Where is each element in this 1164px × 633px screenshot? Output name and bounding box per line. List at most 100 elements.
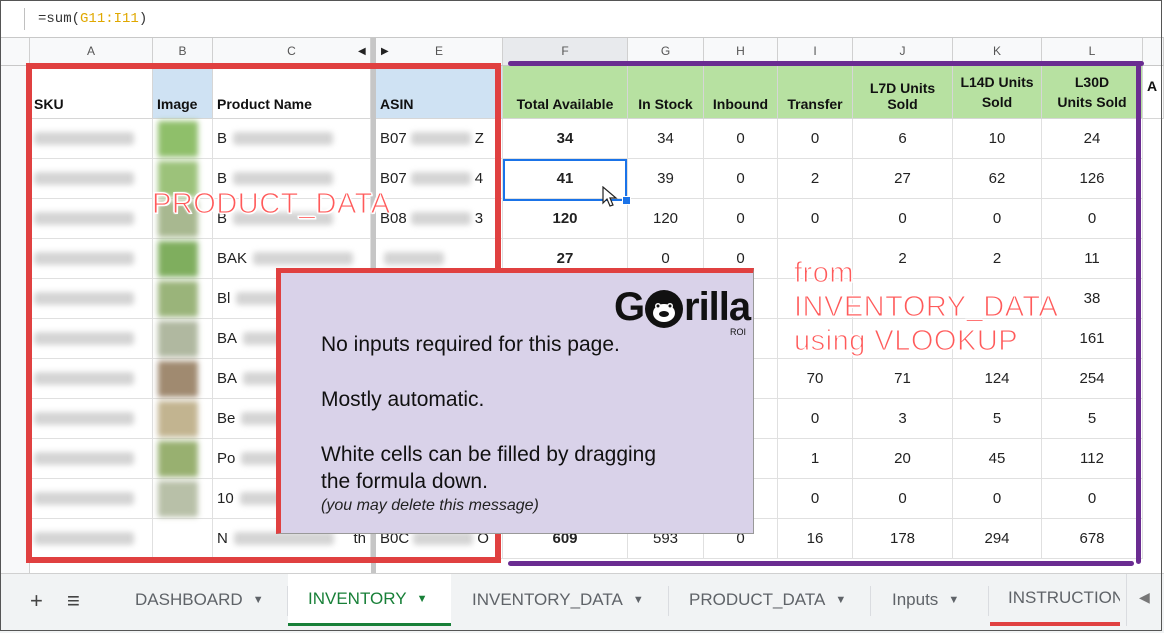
cell-asin[interactable]: B07 Z (376, 119, 503, 159)
column-header-b[interactable]: B (153, 38, 213, 65)
header-image[interactable]: Image (153, 66, 213, 119)
product-thumbnail (158, 481, 198, 517)
cell-sku[interactable] (30, 239, 153, 279)
tab-product-data[interactable]: PRODUCT_DATA ▼ (689, 574, 846, 626)
header-transfer[interactable]: Transfer (778, 66, 853, 119)
cell-sku[interactable] (30, 359, 153, 399)
cell-l30d[interactable]: 112 (1042, 439, 1143, 479)
plus-icon[interactable]: + (30, 588, 43, 614)
cell-transfer[interactable]: 0 (778, 119, 853, 159)
cell-in-stock[interactable]: 39 (628, 159, 704, 199)
column-header-a[interactable]: A (30, 38, 153, 65)
tab-inventory[interactable]: INVENTORY ▼ (288, 574, 451, 626)
cell-product-name[interactable]: B (213, 119, 371, 159)
cell-image[interactable] (153, 239, 213, 279)
tab-instructions[interactable]: INSTRUCTIONS (990, 574, 1120, 626)
header-in-stock[interactable]: In Stock (628, 66, 704, 119)
cell-sku[interactable] (30, 319, 153, 359)
cell-image[interactable] (153, 399, 213, 439)
redacted-product-name (233, 172, 334, 185)
header-l30d-units-sold[interactable]: L30D Units Sold (1042, 66, 1143, 119)
cell-l14d[interactable]: 0 (953, 199, 1042, 239)
cell-image[interactable] (153, 519, 213, 559)
cell-l30d[interactable]: 678 (1042, 519, 1143, 559)
cell-l30d[interactable]: 254 (1042, 359, 1143, 399)
cell-transfer[interactable]: 0 (778, 399, 853, 439)
cell-transfer[interactable]: 16 (778, 519, 853, 559)
cell-sku[interactable] (30, 439, 153, 479)
tab-inventory-data[interactable]: INVENTORY_DATA ▼ (472, 574, 644, 626)
cell-l7d[interactable]: 3 (853, 399, 953, 439)
tab-dashboard[interactable]: DASHBOARD ▼ (135, 574, 264, 626)
cell-asin[interactable]: B08 3 (376, 199, 503, 239)
cell-l14d[interactable]: 5 (953, 399, 1042, 439)
header-asin[interactable]: ASIN (376, 66, 503, 119)
cell-inbound[interactable]: 0 (704, 199, 778, 239)
cell-l14d[interactable]: 0 (953, 479, 1042, 519)
cell-l30d[interactable]: 24 (1042, 119, 1143, 159)
cell-image[interactable] (153, 119, 213, 159)
cell-l14d[interactable]: 124 (953, 359, 1042, 399)
cell-transfer[interactable]: 70 (778, 359, 853, 399)
cell-l7d[interactable]: 178 (853, 519, 953, 559)
cell-l30d[interactable]: 0 (1042, 479, 1143, 519)
header-l14d-units-sold[interactable]: L14D Units Sold (953, 66, 1042, 119)
sheet-tabs-bar: + ≡ DASHBOARD ▼ INVENTORY ▼ INVENTORY_DATA… (0, 573, 1164, 633)
cell-sku[interactable] (30, 159, 153, 199)
column-header-c[interactable]: C (213, 38, 371, 65)
cell-transfer[interactable]: 0 (778, 479, 853, 519)
cell-sku[interactable] (30, 119, 153, 159)
hidden-column-left-arrow-icon[interactable]: ◀ (358, 38, 366, 65)
header-inbound[interactable]: Inbound (704, 66, 778, 119)
cell-image[interactable] (153, 319, 213, 359)
cell-in-stock[interactable]: 120 (628, 199, 704, 239)
cell-total[interactable]: 34 (503, 119, 628, 159)
cell-in-stock[interactable]: 34 (628, 119, 704, 159)
header-next-column[interactable]: A (1143, 66, 1164, 119)
cell-inbound[interactable]: 0 (704, 159, 778, 199)
column-header-next[interactable] (1143, 38, 1164, 65)
cell-l14d[interactable]: 294 (953, 519, 1042, 559)
hidden-column-right-arrow-icon[interactable]: ▶ (381, 38, 389, 65)
header-l7d-units-sold[interactable]: L7D Units Sold (853, 66, 953, 119)
cell-l30d[interactable]: 5 (1042, 399, 1143, 439)
cell-transfer[interactable]: 2 (778, 159, 853, 199)
formula-text[interactable]: =sum(G11:I11) (38, 11, 147, 27)
cell-sku[interactable] (30, 479, 153, 519)
list-icon[interactable]: ≡ (67, 588, 80, 614)
header-total-available[interactable]: Total Available (503, 66, 628, 119)
cell-sku[interactable] (30, 279, 153, 319)
cell-transfer[interactable]: 0 (778, 199, 853, 239)
cell-l14d[interactable]: 10 (953, 119, 1042, 159)
cell-sku[interactable] (30, 199, 153, 239)
cell-asin[interactable]: B07 4 (376, 159, 503, 199)
tab-inputs[interactable]: Inputs ▼ (892, 574, 959, 626)
fill-handle[interactable] (622, 196, 631, 205)
chevron-left-icon[interactable]: ◀ (1139, 589, 1150, 606)
select-all-corner[interactable] (0, 38, 30, 65)
header-sku[interactable]: SKU (30, 66, 153, 119)
cell-sku[interactable] (30, 519, 153, 559)
formula-bar[interactable]: =sum(G11:I11) (0, 0, 1164, 38)
cell-l14d[interactable]: 62 (953, 159, 1042, 199)
instruction-note[interactable]: G rilla ROI No inputs required for this … (276, 268, 754, 534)
cell-inbound[interactable]: 0 (704, 119, 778, 159)
cell-image[interactable] (153, 479, 213, 519)
cell-image[interactable] (153, 279, 213, 319)
cell-image[interactable] (153, 359, 213, 399)
cell-l7d[interactable]: 71 (853, 359, 953, 399)
cell-l14d[interactable]: 45 (953, 439, 1042, 479)
column-header-e[interactable]: E (376, 38, 503, 65)
cell-l7d[interactable]: 0 (853, 479, 953, 519)
cell-l7d[interactable]: 6 (853, 119, 953, 159)
cell-image[interactable] (153, 439, 213, 479)
cell-l7d[interactable]: 20 (853, 439, 953, 479)
cell-sku[interactable] (30, 399, 153, 439)
header-product-name[interactable]: Product Name (213, 66, 371, 119)
cell-l30d[interactable]: 126 (1042, 159, 1143, 199)
cell-l7d[interactable]: 27 (853, 159, 953, 199)
cell-transfer[interactable]: 1 (778, 439, 853, 479)
cell-l30d[interactable]: 0 (1042, 199, 1143, 239)
cell-l7d[interactable]: 0 (853, 199, 953, 239)
redacted-sku (34, 412, 134, 425)
